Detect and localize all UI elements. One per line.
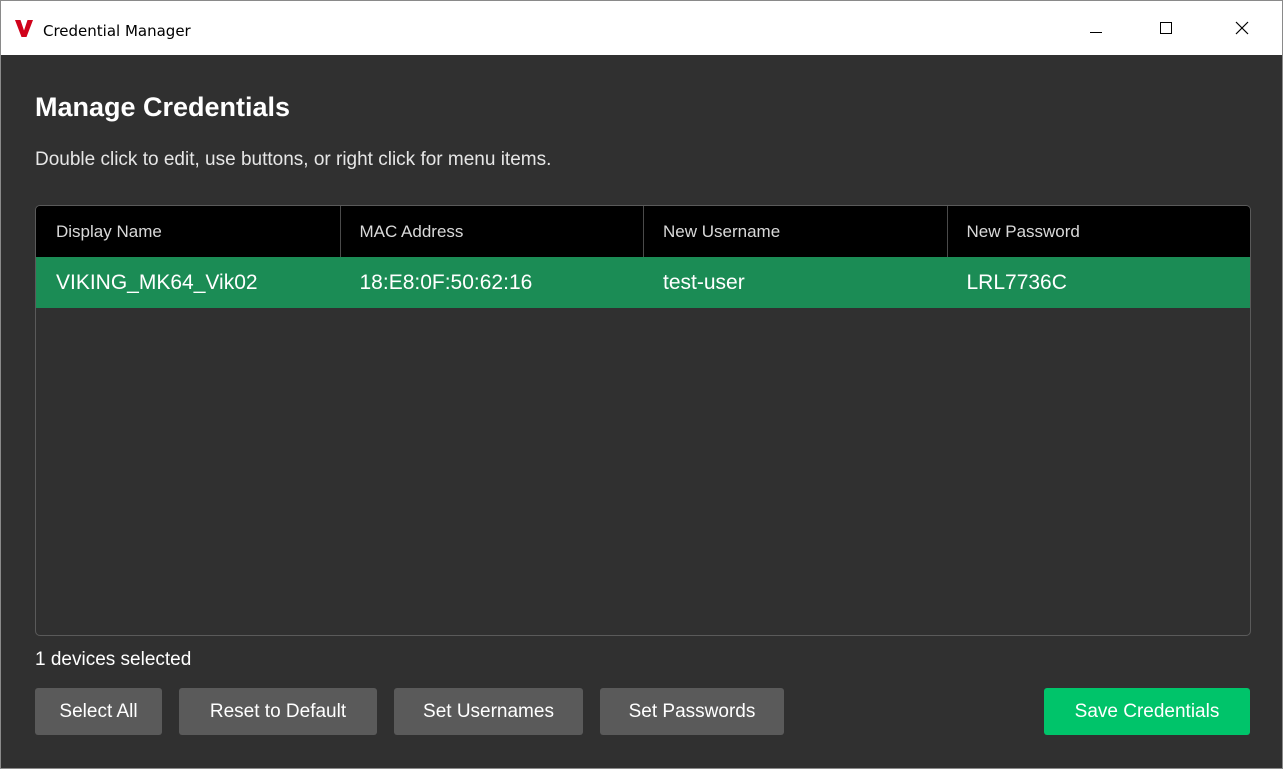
table-header: Display Name MAC Address New Username Ne… <box>36 206 1250 257</box>
reset-to-default-button[interactable]: Reset to Default <box>179 688 377 735</box>
cell-mac-address[interactable]: 18:E8:0F:50:62:16 <box>340 257 644 308</box>
page-title: Manage Credentials <box>35 92 291 122</box>
column-header-display-name[interactable]: Display Name <box>36 206 340 257</box>
content-area: Manage Credentials Double click to edit,… <box>1 55 1282 768</box>
maximize-button[interactable] <box>1131 1 1201 55</box>
window-title: Credential Manager <box>43 22 191 40</box>
column-header-new-username[interactable]: New Username <box>643 206 947 257</box>
maximize-icon <box>1160 22 1172 34</box>
set-passwords-button[interactable]: Set Passwords <box>600 688 784 735</box>
instructions-text: Double click to edit, use buttons, or ri… <box>35 149 552 170</box>
title-bar[interactable]: Credential Manager <box>1 1 1282 55</box>
minimize-button[interactable] <box>1061 1 1131 55</box>
close-button[interactable] <box>1207 1 1277 55</box>
cell-display-name[interactable]: VIKING_MK64_Vik02 <box>36 257 340 308</box>
credential-manager-window: Credential Manager Manage Credentials Do… <box>0 0 1283 769</box>
column-header-mac-address[interactable]: MAC Address <box>339 206 644 257</box>
credentials-table[interactable]: Display Name MAC Address New Username Ne… <box>35 205 1251 636</box>
table-body: VIKING_MK64_Vik02 18:E8:0F:50:62:16 test… <box>36 257 1250 308</box>
selection-count: 1 devices selected <box>35 649 192 670</box>
set-usernames-button[interactable]: Set Usernames <box>394 688 583 735</box>
select-all-button[interactable]: Select All <box>35 688 162 735</box>
table-row[interactable]: VIKING_MK64_Vik02 18:E8:0F:50:62:16 test… <box>36 257 1250 308</box>
viking-v-logo-icon <box>15 20 33 37</box>
minimize-icon <box>1090 32 1102 33</box>
cell-new-username[interactable]: test-user <box>643 257 947 308</box>
close-icon <box>1235 21 1249 35</box>
save-credentials-button[interactable]: Save Credentials <box>1044 688 1250 735</box>
cell-new-password[interactable]: LRL7736C <box>947 257 1251 308</box>
column-header-new-password[interactable]: New Password <box>946 206 1251 257</box>
